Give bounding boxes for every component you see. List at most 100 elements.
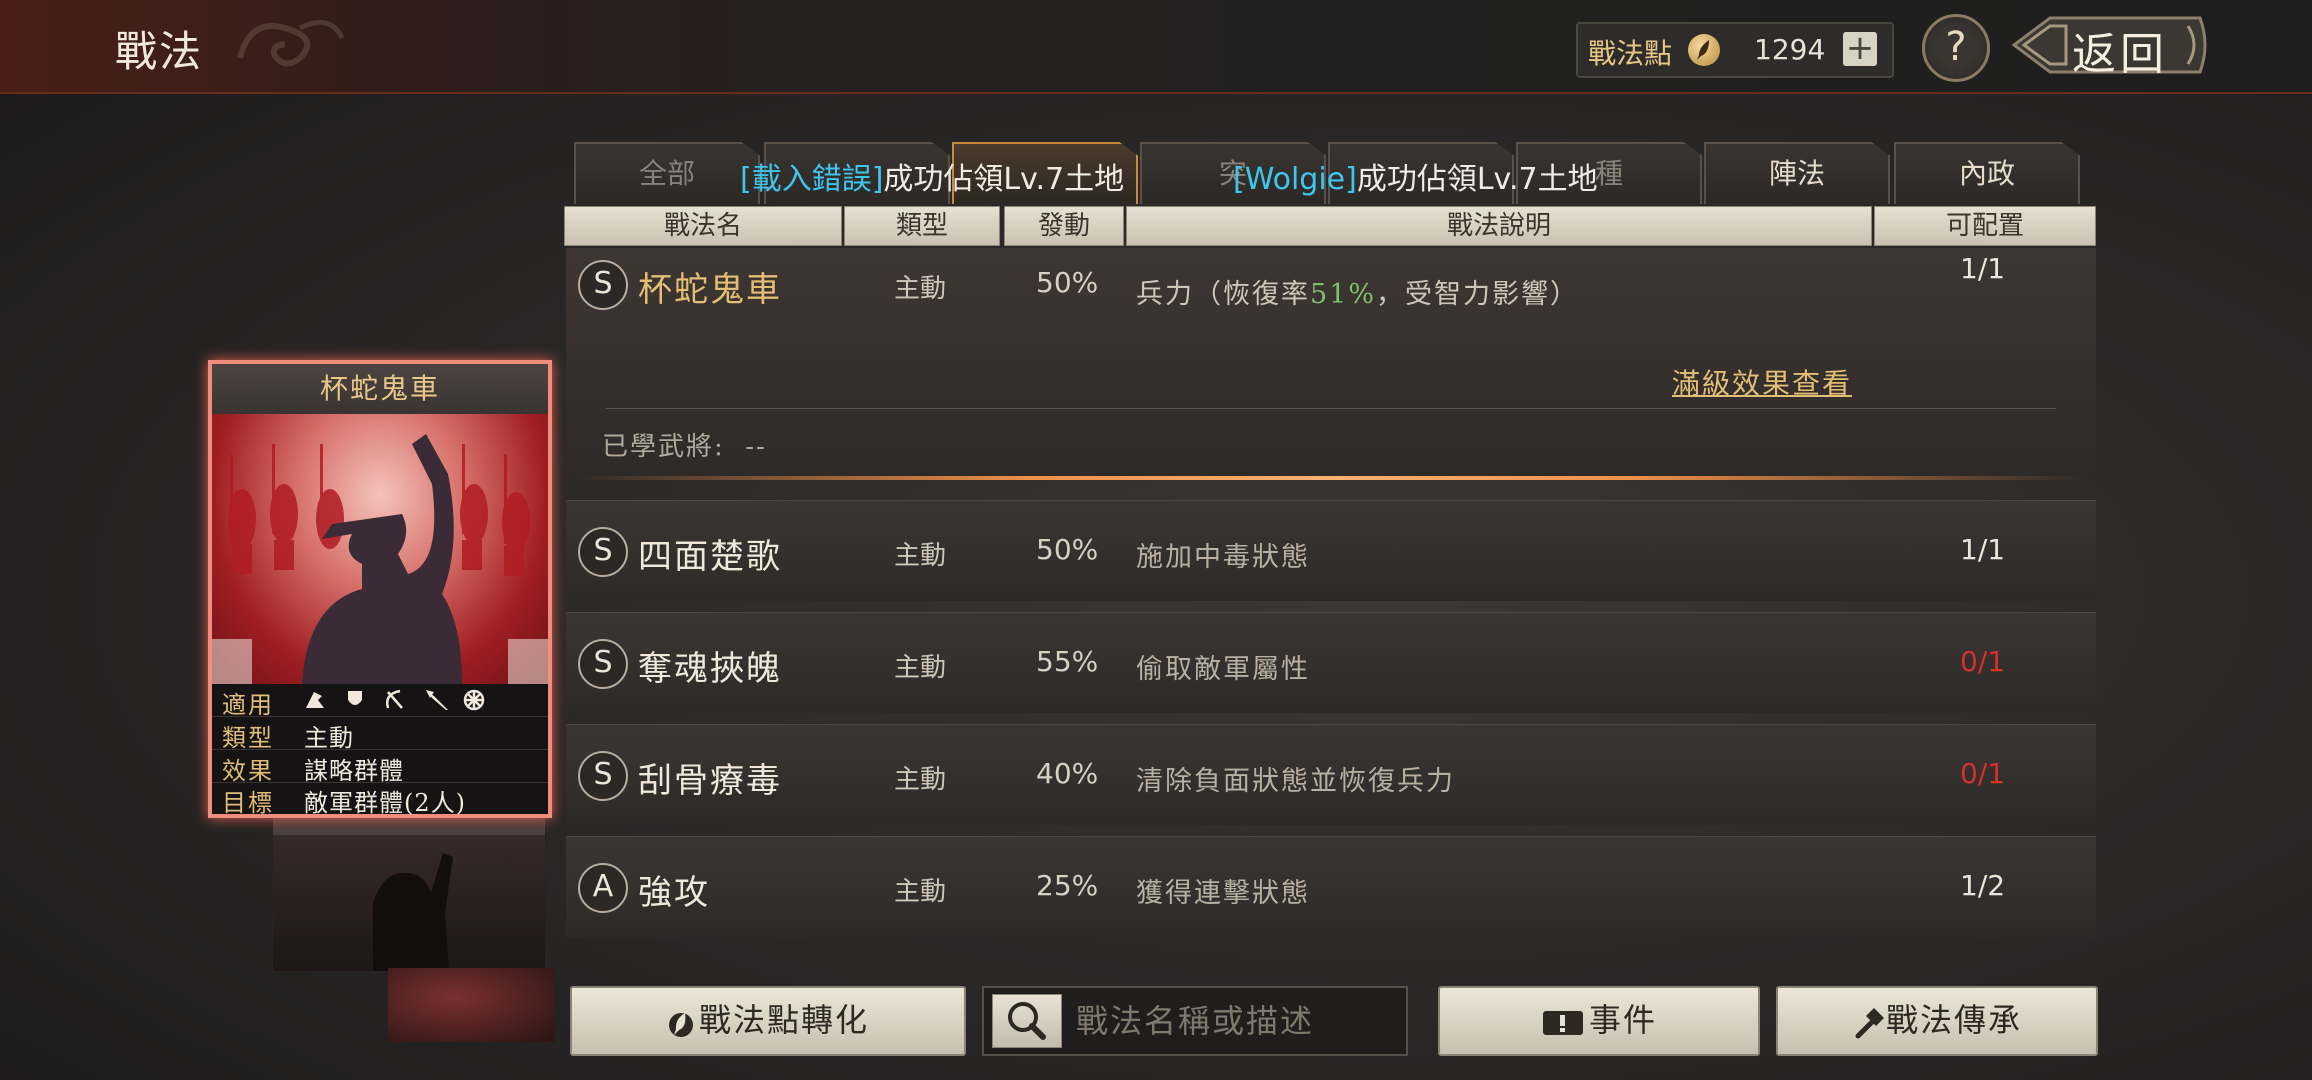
troop-type-icons bbox=[306, 689, 485, 711]
notice-2: [Wolgie]成功佔領Lv.7土地 bbox=[1233, 154, 1598, 198]
tactic-desc: 兵力（恢復率51%，受智力影響） bbox=[1136, 272, 1579, 311]
event-label: 事件 bbox=[1588, 1001, 1657, 1039]
type-value: 主動 bbox=[304, 724, 354, 752]
tactic-desc: 清除負面狀態並恢復兵力 bbox=[1136, 766, 1455, 797]
search-input[interactable] bbox=[1074, 994, 1398, 1048]
tactic-name: 奪魂挾魄 bbox=[638, 649, 782, 689]
tactic-rate: 40% bbox=[1036, 757, 1099, 790]
help-button[interactable]: ? bbox=[1922, 14, 1990, 82]
desc-rate: 51% bbox=[1310, 279, 1377, 310]
notice-1-tag: [載入錯誤] bbox=[740, 162, 884, 197]
tactic-slots: 1/1 bbox=[1960, 533, 2006, 566]
grade-badge: S bbox=[578, 260, 628, 310]
search-icon bbox=[1008, 1002, 1046, 1040]
col-name[interactable]: 戰法名 bbox=[564, 206, 842, 246]
add-points-button[interactable]: + bbox=[1843, 31, 1877, 66]
card-title: 杯蛇鬼車 bbox=[212, 364, 548, 414]
inherit-button[interactable]: 戰法傳承 bbox=[1776, 986, 2098, 1056]
page-title: 戰法 bbox=[115, 27, 204, 76]
learned-label: 已學武將: bbox=[602, 432, 725, 462]
col-slots[interactable]: 可配置 bbox=[1874, 206, 2096, 246]
tactic-name: 四面楚歌 bbox=[638, 537, 782, 577]
grade-badge: S bbox=[578, 751, 628, 801]
tactic-name: 強攻 bbox=[638, 873, 710, 913]
notice-1-text: 成功佔領Lv.7土地 bbox=[883, 162, 1125, 197]
back-label: 返回 bbox=[2072, 29, 2168, 80]
col-type[interactable]: 類型 bbox=[844, 206, 1000, 246]
tactic-points-value: 1294 bbox=[1754, 33, 1826, 66]
tactic-slots: 0/1 bbox=[1960, 757, 2006, 790]
tactic-desc: 偷取敵軍屬性 bbox=[1136, 654, 1310, 685]
table-row[interactable]: S 奪魂挾魄 主動 55% 偷取敵軍屬性 0/1 bbox=[566, 612, 2096, 713]
tactic-rate: 55% bbox=[1036, 645, 1099, 678]
learned-generals: 已學武將: -- bbox=[602, 426, 767, 463]
top-bar: 戰法 戰法點 1294 + ? 返回 bbox=[0, 0, 2312, 94]
card-target-row: 目標 敵軍群體(2人) bbox=[212, 782, 548, 817]
stacked-card-shadow-2 bbox=[388, 968, 554, 1042]
grade-badge: S bbox=[578, 527, 628, 577]
notice-2-tag: [Wolgie] bbox=[1233, 162, 1357, 197]
back-button[interactable]: 返回 bbox=[2010, 12, 2210, 80]
apply-label: 適用 bbox=[222, 691, 274, 719]
effect-label: 效果 bbox=[222, 757, 274, 785]
table-row[interactable]: S 四面楚歌 主動 50% 施加中毒狀態 1/1 bbox=[566, 500, 2096, 601]
tactic-rate: 50% bbox=[1036, 266, 1099, 299]
table-row[interactable]: S 刮骨療毒 主動 40% 清除負面狀態並恢復兵力 0/1 bbox=[566, 724, 2096, 825]
selected-glow bbox=[576, 476, 2086, 480]
desc-suffix: ，受智力影響） bbox=[1376, 279, 1580, 310]
inherit-label: 戰法傳承 bbox=[1885, 1001, 2022, 1039]
hammer-icon bbox=[1855, 1007, 1884, 1038]
tactic-points-label: 戰法點 bbox=[1588, 37, 1673, 70]
tactic-points-box: 戰法點 1294 + bbox=[1576, 22, 1894, 78]
tactic-type: 主動 bbox=[894, 653, 947, 683]
tactic-card: 杯蛇鬼車 適用 類型 主動 效果 謀略群體 目標 敵軍群體(2人) bbox=[208, 360, 552, 818]
tactic-slots: 1/1 bbox=[1960, 252, 2006, 285]
target-value: 敵軍群體(2人) bbox=[304, 789, 466, 817]
tactic-desc: 獲得連擊狀態 bbox=[1136, 878, 1310, 909]
convert-label: 戰法點轉化 bbox=[698, 1001, 869, 1039]
card-type-row: 類型 主動 bbox=[212, 717, 548, 752]
event-button[interactable]: 事件 bbox=[1438, 986, 1760, 1056]
search-box[interactable] bbox=[982, 986, 1408, 1056]
tactic-desc: 施加中毒狀態 bbox=[1136, 542, 1310, 573]
search-button[interactable] bbox=[992, 994, 1062, 1048]
shield-icon bbox=[348, 691, 362, 705]
tactic-name: 杯蛇鬼車 bbox=[638, 270, 782, 310]
tactic-point-icon bbox=[1688, 34, 1720, 66]
card-art bbox=[212, 414, 548, 684]
grade-badge: A bbox=[578, 863, 628, 913]
notice-1: [載入錯誤]成功佔領Lv.7土地 bbox=[740, 154, 1124, 198]
tactic-name: 刮骨療毒 bbox=[638, 761, 782, 801]
max-level-effect-link[interactable]: 滿級效果查看 bbox=[1672, 362, 1852, 402]
stacked-card-shadow bbox=[272, 812, 546, 972]
bow-icon bbox=[386, 689, 403, 709]
tab-internal-affairs[interactable]: 內政 bbox=[1894, 142, 2080, 204]
grade-badge: S bbox=[578, 639, 628, 689]
col-desc: 戰法說明 bbox=[1126, 206, 1872, 246]
spear-icon bbox=[426, 690, 448, 710]
tactic-slots: 0/1 bbox=[1960, 645, 2006, 678]
table-row-expanded[interactable]: S 杯蛇鬼車 主動 50% 兵力（恢復率51%，受智力影響） 1/1 滿級效果查… bbox=[566, 248, 2096, 480]
tactic-rate: 25% bbox=[1036, 869, 1099, 902]
tactic-type: 主動 bbox=[894, 274, 947, 304]
effect-value: 謀略群體 bbox=[304, 757, 404, 785]
col-rate[interactable]: 發動 bbox=[1004, 206, 1124, 246]
tab-formation[interactable]: 陣法 bbox=[1704, 142, 1890, 204]
soldiers-illustration-icon bbox=[212, 434, 548, 684]
flame-icon bbox=[668, 1012, 693, 1037]
tactic-list[interactable]: S 杯蛇鬼車 主動 50% 兵力（恢復率51%，受智力影響） 1/1 滿級效果查… bbox=[566, 248, 2096, 958]
learned-value: -- bbox=[745, 432, 767, 462]
silhouette-icon bbox=[273, 813, 545, 971]
tactic-rate: 50% bbox=[1036, 533, 1099, 566]
siege-wheel-icon bbox=[463, 689, 485, 711]
convert-points-button[interactable]: 戰法點轉化 bbox=[570, 986, 966, 1056]
table-row[interactable]: A 強攻 主動 25% 獲得連擊狀態 1/2 bbox=[566, 836, 2096, 937]
desc-prefix: 兵力（恢復率 bbox=[1136, 279, 1310, 310]
event-book-icon bbox=[1542, 1010, 1583, 1035]
notice-2-text: 成功佔領Lv.7土地 bbox=[1356, 162, 1598, 197]
cavalry-icon bbox=[306, 692, 324, 708]
tactic-type: 主動 bbox=[894, 877, 947, 907]
tab-all[interactable]: 全部 bbox=[574, 142, 760, 204]
type-label: 類型 bbox=[222, 724, 274, 752]
card-apply-row: 適用 bbox=[212, 684, 548, 719]
